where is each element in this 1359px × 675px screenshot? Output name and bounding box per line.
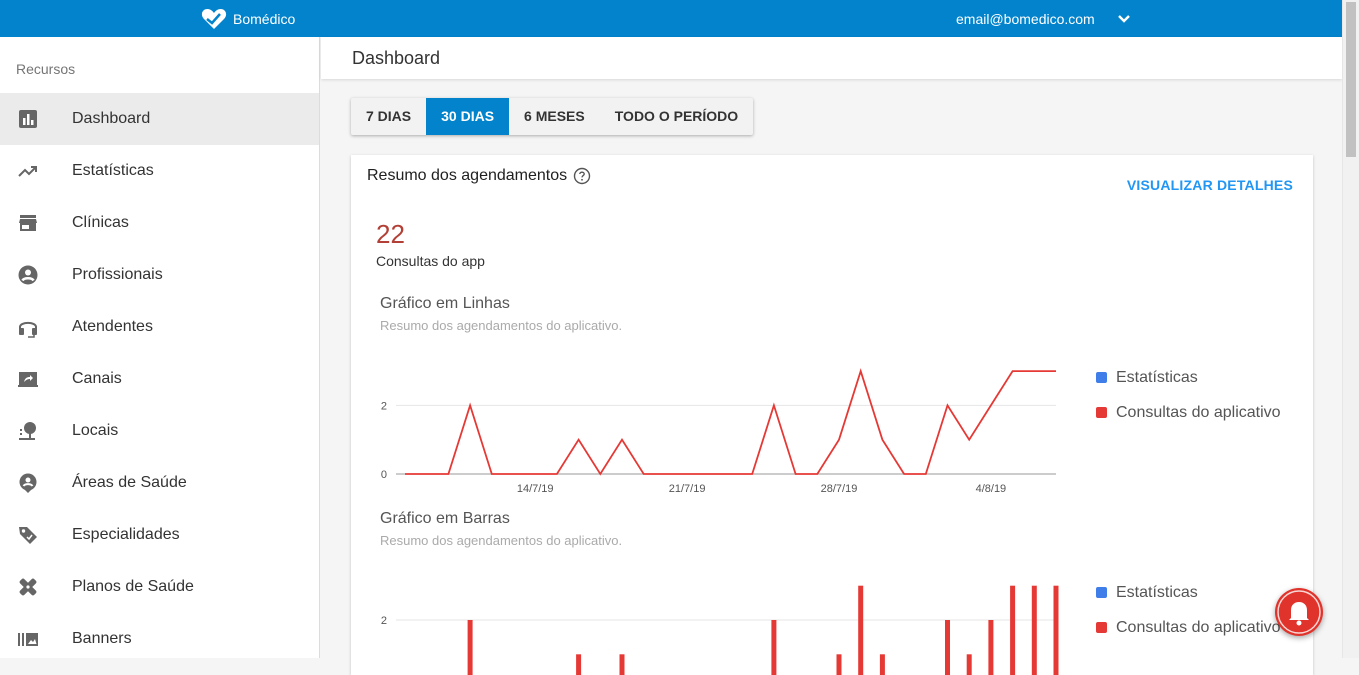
- chevron-down-icon: [1117, 14, 1130, 23]
- bar: [619, 654, 625, 675]
- sidebar-item-label: Canais: [72, 370, 122, 387]
- legend-label: Consultas do aplicativo: [1116, 404, 1281, 421]
- sidebar-item-label: Áreas de Saúde: [72, 474, 187, 491]
- sidebar-item-label: Estatísticas: [72, 162, 154, 179]
- bar: [576, 654, 582, 675]
- bar-chart: 2 Estatísticas Consultas do aplicativo: [381, 584, 1281, 675]
- scrollbar-thumb[interactable]: [1346, 2, 1356, 157]
- bar: [945, 620, 950, 675]
- sidebar-item-canais[interactable]: Canais: [0, 353, 319, 405]
- y-tick-label: 2: [381, 400, 387, 412]
- legend-swatch: [1096, 407, 1107, 418]
- x-tick-label: 28/7/19: [821, 483, 858, 495]
- period-30-days-button[interactable]: 30 DIAS: [426, 98, 510, 135]
- sidebar-item-areas-de-saude[interactable]: Áreas de Saúde: [0, 457, 319, 509]
- kpi-value: 22: [376, 219, 405, 249]
- user-menu[interactable]: email@bomedico.com: [956, 0, 1131, 37]
- sidebar-item-label: Atendentes: [72, 318, 153, 335]
- bar: [467, 620, 473, 675]
- x-tick-label: 4/8/19: [976, 483, 1007, 495]
- legend-swatch: [1096, 372, 1107, 383]
- screen-share-icon: [17, 368, 39, 390]
- bar-chart-subtitle: Resumo dos agendamentos do aplicativo.: [380, 533, 623, 548]
- legend-label: Consultas do aplicativo: [1116, 619, 1281, 636]
- sidebar-item-banners[interactable]: Banners: [0, 613, 319, 658]
- photo-library-icon: [17, 628, 39, 650]
- sidebar-item-clinicas[interactable]: Clínicas: [0, 197, 319, 249]
- series-line-consultas: [405, 368, 1056, 476]
- view-details-link[interactable]: VISUALIZAR DETALHES: [1127, 177, 1293, 193]
- sidebar-item-atendentes[interactable]: Atendentes: [0, 301, 319, 353]
- page-title: Dashboard: [352, 48, 441, 68]
- sidebar-item-planos-de-saude[interactable]: Planos de Saúde: [0, 561, 319, 613]
- bar-chart-icon: [17, 108, 39, 130]
- sidebar-item-label: Banners: [72, 630, 132, 647]
- period-7-days-button[interactable]: 7 DIAS: [351, 98, 426, 135]
- notification-bell-button[interactable]: [1275, 588, 1323, 636]
- heart-logo-icon: [201, 9, 227, 29]
- map-pin-icon: [17, 420, 39, 442]
- sidebar-item-label: Profissionais: [72, 266, 163, 283]
- headset-icon: [17, 316, 39, 338]
- line-chart: 0 2 14/7/19 21/7/19 28/7/19 4/8/19 Estatística…: [381, 368, 1281, 495]
- sidebar-item-label: Locais: [72, 422, 119, 439]
- brand-logo[interactable]: Bomédico: [201, 8, 295, 30]
- sidebar-item-label: Especialidades: [72, 526, 180, 543]
- x-tick-label: 14/7/19: [517, 483, 554, 495]
- page-header: Dashboard: [321, 37, 1342, 79]
- account-circle-icon: [17, 264, 39, 286]
- app-name: Bomédico: [233, 11, 296, 27]
- sidebar-item-label: Clínicas: [72, 214, 129, 231]
- y-tick-label: 0: [381, 469, 387, 481]
- help-circle-icon[interactable]: [573, 167, 591, 185]
- healing-icon: [17, 576, 39, 598]
- line-chart-subtitle: Resumo dos agendamentos do aplicativo.: [380, 318, 623, 333]
- user-email: email@bomedico.com: [956, 10, 1095, 27]
- bar: [1031, 585, 1037, 675]
- bell-icon: [1277, 590, 1321, 634]
- legend-swatch: [1096, 622, 1107, 633]
- sidebar-item-label: Planos de Saúde: [72, 578, 194, 595]
- sidebar: Recursos Dashboard Estatísticas Clínicas…: [0, 37, 320, 658]
- trending-up-icon: [17, 160, 39, 182]
- sidebar-item-profissionais[interactable]: Profissionais: [0, 249, 319, 301]
- period-6-months-button[interactable]: 6 MESES: [509, 98, 600, 135]
- bar-chart-title: Gráfico em Barras: [380, 510, 510, 527]
- bar: [966, 654, 972, 675]
- bar: [836, 654, 842, 675]
- sidebar-item-label: Dashboard: [72, 110, 151, 127]
- sidebar-item-dashboard[interactable]: Dashboard: [0, 93, 319, 145]
- bar: [879, 654, 885, 675]
- sidebar-item-locais[interactable]: Locais: [0, 405, 319, 457]
- bar: [858, 585, 864, 675]
- sidebar-heading: Recursos: [16, 61, 76, 77]
- tag-icon: [17, 524, 39, 546]
- bar: [771, 620, 777, 675]
- bar: [988, 620, 994, 675]
- store-icon: [17, 212, 39, 234]
- legend-label: Estatísticas: [1116, 584, 1198, 601]
- page-scrollbar[interactable]: [1342, 0, 1359, 658]
- kpi-label: Consultas do app: [376, 253, 485, 269]
- bar: [1010, 585, 1016, 675]
- legend-swatch: [1096, 587, 1107, 598]
- person-pin-icon: [17, 472, 39, 494]
- sidebar-item-especialidades[interactable]: Especialidades: [0, 509, 319, 561]
- x-tick-label: 21/7/19: [669, 483, 706, 495]
- period-all-time-button[interactable]: TODO O PERÍODO: [600, 98, 753, 135]
- legend-label: Estatísticas: [1116, 369, 1198, 386]
- y-tick-label: 2: [381, 615, 387, 627]
- sidebar-item-estatisticas[interactable]: Estatísticas: [0, 145, 319, 197]
- bar: [1053, 585, 1059, 675]
- card-title-text: Resumo dos agendamentos: [367, 167, 568, 184]
- period-selector: 7 DIAS 30 DIAS 6 MESES TODO O PERÍODO: [351, 98, 754, 135]
- line-chart-title: Gráfico em Linhas: [380, 295, 510, 312]
- appointments-summary-card: Resumo dos agendamentos VISUALIZAR DETAL…: [351, 155, 1313, 675]
- top-app-bar: Bomédico email@bomedico.com: [0, 0, 1342, 37]
- card-title: Resumo dos agendamentos: [367, 167, 591, 185]
- sidebar-nav: Dashboard Estatísticas Clínicas Profissi…: [0, 93, 319, 658]
